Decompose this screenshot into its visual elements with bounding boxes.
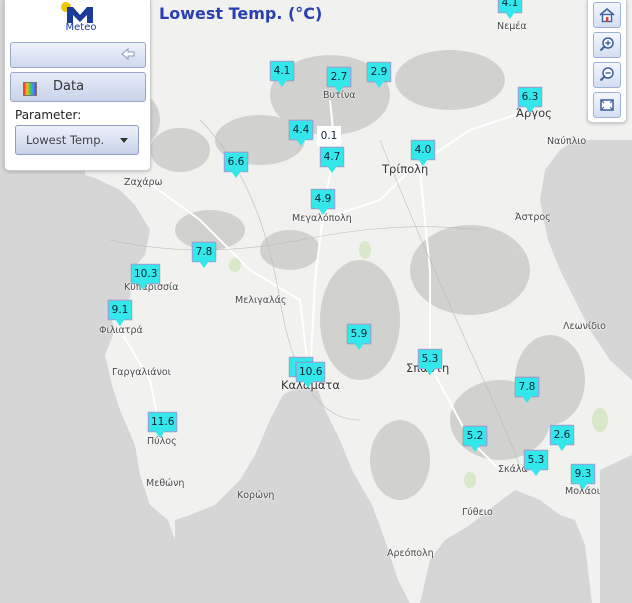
place-label: Γαργαλιάνοι bbox=[112, 367, 171, 378]
station-value: 7.8 bbox=[192, 242, 216, 262]
station-value: 0.1 bbox=[317, 126, 341, 146]
station-value: 6.3 bbox=[518, 87, 542, 107]
station-value: 2.9 bbox=[367, 62, 391, 82]
place-label: Άστρος bbox=[515, 212, 551, 223]
place-label: Κορώνη bbox=[237, 490, 275, 501]
marker-pointer bbox=[199, 261, 209, 268]
place-label: Νεμέα bbox=[497, 21, 527, 32]
station-value: 5.3 bbox=[418, 349, 442, 369]
station-value: 9.1 bbox=[108, 300, 132, 320]
zoom-extent-icon bbox=[600, 99, 614, 111]
marker-pointer bbox=[303, 381, 313, 388]
marker-pointer bbox=[374, 81, 384, 88]
control-panel: Meteo Data Parameter: Lowest Temp. bbox=[4, 0, 151, 171]
marker-pointer bbox=[522, 396, 532, 403]
map-toolbar bbox=[587, 0, 627, 123]
place-label: Μελιγαλάς bbox=[235, 295, 287, 306]
map-title: Lowest Temp. (°C) bbox=[159, 4, 323, 23]
marker-pointer bbox=[425, 368, 435, 375]
marker-pointer bbox=[155, 431, 165, 438]
zoom-in-icon bbox=[599, 37, 614, 52]
home-button[interactable] bbox=[593, 2, 621, 28]
place-label: Μεθώνη bbox=[146, 478, 185, 489]
zoom-extent-button[interactable] bbox=[593, 92, 621, 118]
station-value: 4.4 bbox=[289, 120, 313, 140]
station-value: 10.6 bbox=[296, 362, 326, 382]
back-button[interactable] bbox=[10, 42, 146, 68]
station-value: 2.7 bbox=[327, 67, 351, 87]
station-value: 6.6 bbox=[224, 152, 248, 172]
station-value: 4.9 bbox=[311, 189, 335, 209]
marker-pointer bbox=[334, 86, 344, 93]
terrain-shading bbox=[100, 50, 585, 500]
laconian-gulf bbox=[420, 490, 592, 603]
marker-pointer bbox=[327, 166, 337, 173]
station-value: 4.7 bbox=[320, 147, 344, 167]
marker-pointer bbox=[557, 444, 567, 451]
marker-pointer bbox=[418, 159, 428, 166]
marker-pointer bbox=[277, 80, 287, 87]
station-value: 5.2 bbox=[463, 426, 487, 446]
marker-pointer bbox=[318, 208, 328, 215]
zoom-out-button[interactable] bbox=[593, 62, 621, 88]
marker-pointer bbox=[525, 106, 535, 113]
station-value: 5.3 bbox=[524, 450, 548, 470]
station-value: 11.6 bbox=[148, 412, 178, 432]
marker-pointer bbox=[578, 483, 588, 490]
marker-pointer bbox=[115, 319, 125, 326]
zoom-in-button[interactable] bbox=[593, 32, 621, 58]
station-value: 4.0 bbox=[411, 140, 435, 160]
marker-pointer bbox=[296, 139, 306, 146]
marker-pointer bbox=[470, 445, 480, 452]
marker-pointer bbox=[505, 12, 515, 19]
place-label: Ζαχάρω bbox=[124, 177, 163, 188]
station-value: 4.1 bbox=[270, 61, 294, 81]
marker-pointer bbox=[531, 469, 541, 476]
marker-pointer bbox=[354, 343, 364, 350]
marker-pointer bbox=[231, 171, 241, 178]
messenian-gulf bbox=[175, 385, 410, 603]
parameter-label: Parameter: bbox=[15, 108, 82, 122]
data-button[interactable]: Data bbox=[10, 72, 146, 102]
zoom-out-icon bbox=[599, 67, 614, 82]
station-value: 9.3 bbox=[571, 464, 595, 484]
station-value: 10.3 bbox=[131, 264, 161, 284]
home-icon bbox=[599, 7, 615, 23]
data-button-label: Data bbox=[53, 79, 85, 94]
chevron-down-icon bbox=[120, 138, 128, 143]
east-sea bbox=[600, 455, 632, 603]
arrow-left-icon bbox=[121, 47, 135, 61]
station-value: 5.9 bbox=[347, 324, 371, 344]
station-value: 7.8 bbox=[515, 377, 539, 397]
place-label: Αρεόπολη bbox=[387, 548, 434, 559]
place-label: Φιλιατρά bbox=[99, 325, 143, 336]
place-label: Λεωνίδιο bbox=[563, 321, 606, 332]
parameter-select-value: Lowest Temp. bbox=[26, 133, 105, 147]
parameter-select[interactable]: Lowest Temp. bbox=[15, 125, 139, 155]
rainbow-palette-icon bbox=[23, 82, 37, 96]
logo-text: Meteo bbox=[65, 22, 97, 33]
station-value: 2.6 bbox=[550, 425, 574, 445]
place-label: Γύθειο bbox=[462, 507, 493, 518]
marker-pointer bbox=[138, 283, 148, 290]
place-label: Ναύπλιο bbox=[547, 136, 587, 147]
